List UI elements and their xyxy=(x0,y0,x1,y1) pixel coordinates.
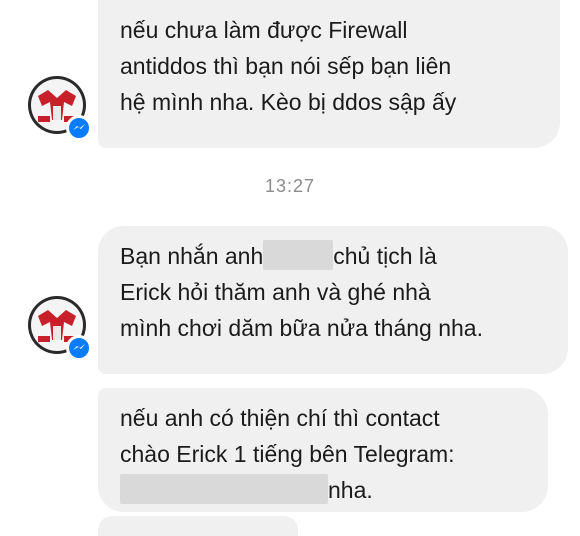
message-2-text-before: Bạn nhắn anh xyxy=(120,243,264,269)
message-1-line-3: hệ mình nha. Kèo bị ddos sập ấy xyxy=(120,89,457,115)
message-3-line-2: chào Erick 1 tiếng bên Telegram: xyxy=(120,441,455,467)
messenger-badge-icon xyxy=(66,335,92,361)
message-2-line-1: Bạn nhắn anh chủ tịch là xyxy=(120,238,546,274)
message-bubble-2[interactable]: Bạn nhắn anh chủ tịch là Erick hỏi thăm a… xyxy=(98,226,568,374)
message-3-text-after: nha. xyxy=(328,477,373,503)
message-2-text-after: chủ tịch là xyxy=(333,243,437,269)
message-2-line-3: mình chơi dăm bữa nửa tháng nha. xyxy=(120,315,483,341)
message-3-line-3: nha. xyxy=(120,472,526,508)
message-3-line-1: nếu anh có thiện chí thì contact xyxy=(120,405,440,431)
message-bubble-3[interactable]: nếu anh có thiện chí thì contact chào Er… xyxy=(98,388,548,512)
message-2-line-2: Erick hỏi thăm anh và ghé nhà xyxy=(120,279,431,305)
message-1-line-1: nếu chưa làm được Firewall xyxy=(120,17,408,43)
message-bubble-1[interactable]: nếu chưa làm được Firewall antiddos thì … xyxy=(98,0,560,148)
message-1-line-2: antiddos thì bạn nói sếp bạn liên xyxy=(120,53,452,79)
redacted-telegram-handle xyxy=(120,474,328,504)
message-bubble-4-partial[interactable] xyxy=(98,516,298,536)
messenger-badge-icon xyxy=(66,115,92,141)
redacted-name xyxy=(263,240,334,270)
message-timestamp: 13:27 xyxy=(264,176,316,196)
